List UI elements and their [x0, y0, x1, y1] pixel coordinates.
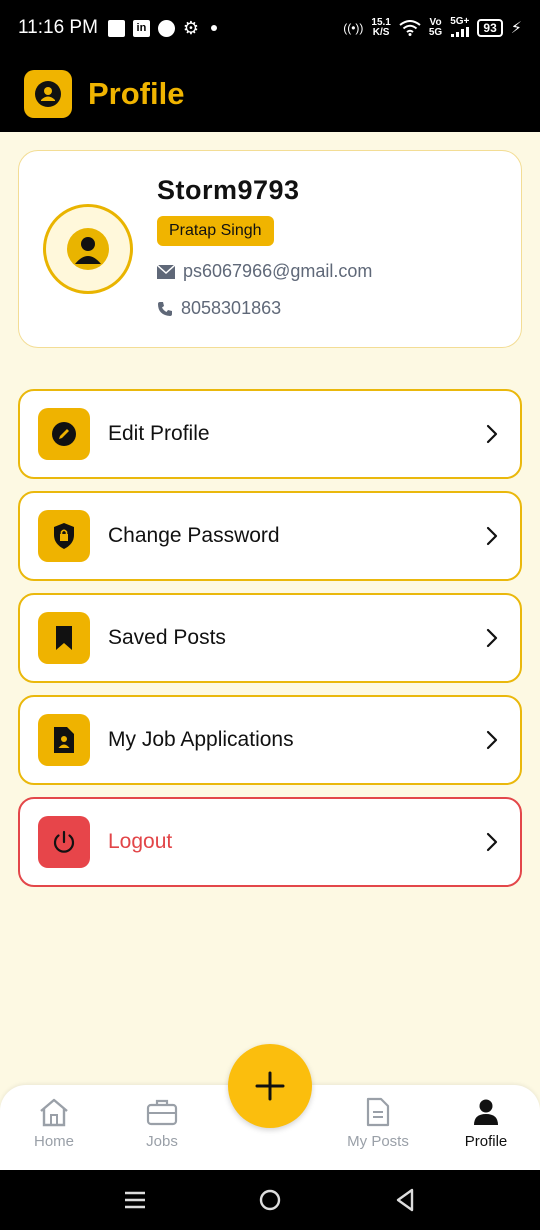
page-title: Profile [88, 76, 185, 111]
nav-item-profile[interactable]: Profile [441, 1097, 531, 1150]
home-icon [40, 1098, 68, 1127]
change-password-button[interactable]: Change Password [18, 491, 522, 581]
avatar [43, 204, 133, 294]
nav-label-my-posts: My Posts [347, 1133, 409, 1150]
logout-button[interactable]: Logout [18, 797, 522, 887]
notification-square-icon [107, 19, 125, 37]
phone-text: 8058301863 [181, 298, 282, 318]
charging-bolt-icon: ⚡ [510, 20, 522, 37]
username: Storm9793 [157, 175, 300, 205]
nav-label-jobs: Jobs [146, 1133, 178, 1150]
nav-item-my-posts[interactable]: My Posts [333, 1097, 423, 1150]
profile-card: Storm9793 Pratap Singh ps6067966@gmail.c… [18, 150, 522, 348]
wifi-icon [399, 20, 421, 36]
menu-item-label: Edit Profile [108, 422, 210, 445]
system-nav-bar [0, 1170, 540, 1230]
chevron-right-icon [486, 730, 498, 750]
volte-indicator: Vo 5G [428, 17, 443, 38]
status-bar: 11:16 PM in ⚙ ((•)) 15.1 K/S Vo 5G 5G+ 9… [0, 0, 540, 56]
hotspot-icon: ((•)) [343, 21, 364, 35]
back-button[interactable] [390, 1185, 420, 1215]
document-icon [366, 1097, 390, 1127]
briefcase-icon [146, 1099, 178, 1126]
status-right-group: ((•)) 15.1 K/S Vo 5G 5G+ 93 ⚡ [343, 16, 522, 40]
more-notifications-dot-icon [211, 25, 218, 31]
chevron-right-icon [486, 628, 498, 648]
menu-item-label: Change Password [108, 524, 280, 547]
account-circle-icon [24, 70, 72, 118]
battery-icon: 93 [477, 19, 503, 37]
linkedin-icon: in [132, 19, 150, 37]
full-name-badge: Pratap Singh [157, 216, 274, 246]
phone-row: 8058301863 [157, 298, 281, 319]
recent-apps-button[interactable] [120, 1185, 150, 1215]
edit-icon [38, 408, 90, 460]
nav-label-profile: Profile [464, 1133, 508, 1150]
notification-icons: in ⚙ [107, 17, 218, 38]
circle-home-icon [259, 1189, 281, 1211]
network-speed: 15.1 K/S [371, 17, 391, 38]
nav-item-jobs[interactable]: Jobs [117, 1097, 207, 1150]
messenger-icon [157, 19, 175, 37]
chevron-right-icon [486, 424, 498, 444]
menu-item-label: Saved Posts [108, 626, 226, 649]
power-icon [38, 816, 90, 868]
status-time: 11:16 PM [18, 17, 98, 38]
application-document-icon [38, 714, 90, 766]
person-avatar-icon [67, 228, 109, 270]
signal-indicator: 5G+ [450, 16, 469, 40]
menu-item-label: My Job Applications [108, 728, 294, 751]
saved-posts-button[interactable]: Saved Posts [18, 593, 522, 683]
menu-lines-icon [125, 1191, 145, 1209]
nav-item-home[interactable]: Home [9, 1097, 99, 1150]
home-system-button[interactable] [255, 1185, 285, 1215]
email-text: ps6067966@gmail.com [183, 261, 373, 281]
back-triangle-icon [396, 1188, 414, 1212]
email-row: ps6067966@gmail.com [157, 261, 372, 282]
phone-icon [158, 301, 172, 316]
app-header: Profile [0, 56, 540, 132]
signal-bars-icon [450, 26, 469, 37]
shield-lock-icon [38, 510, 90, 562]
person-icon [474, 1099, 498, 1125]
settings-gear-icon: ⚙ [182, 17, 200, 38]
edit-profile-button[interactable]: Edit Profile [18, 389, 522, 479]
menu-item-label: Logout [108, 830, 173, 853]
nav-label-home: Home [33, 1133, 74, 1150]
chevron-right-icon [486, 832, 498, 852]
mail-icon [157, 264, 175, 279]
plus-icon [255, 1071, 285, 1101]
job-applications-button[interactable]: My Job Applications [18, 695, 522, 785]
bookmark-icon [38, 612, 90, 664]
chevron-right-icon [486, 526, 498, 546]
add-post-button[interactable] [228, 1044, 312, 1128]
